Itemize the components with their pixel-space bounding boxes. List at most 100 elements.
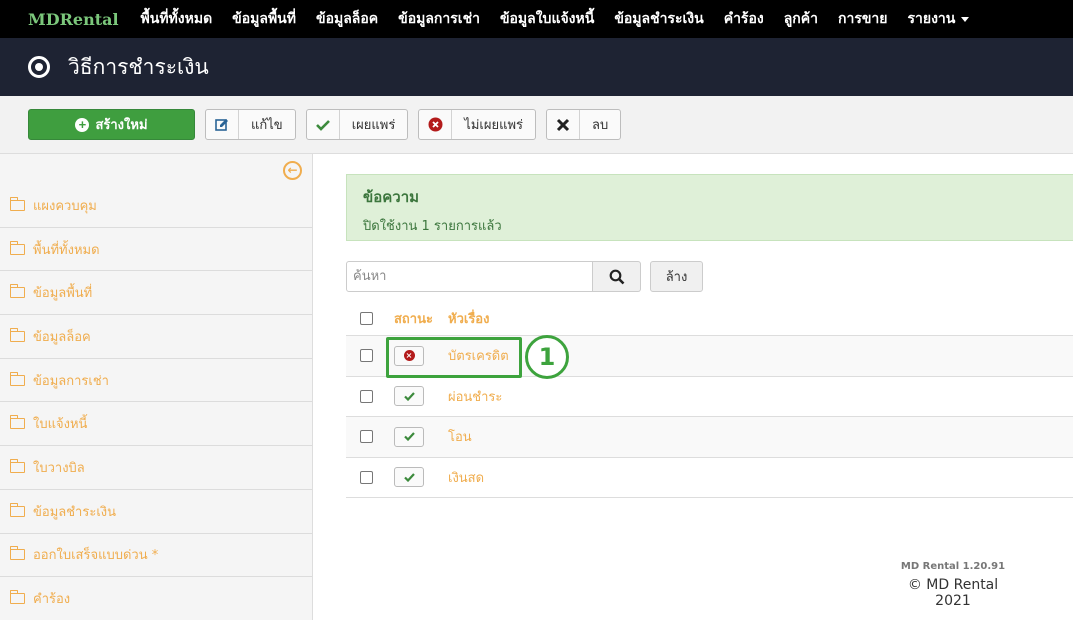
edit-icon	[206, 110, 239, 139]
sidebar-item-area-info[interactable]: ข้อมูลพื้นที่	[0, 271, 312, 316]
table-row: × บัตรเครดิต	[346, 336, 1073, 377]
sidebar-menu: แผงควบคุม พื้นที่ทั้งหมด ข้อมูลพื้นที่ ข…	[0, 184, 312, 620]
edit-button[interactable]: แก้ไข	[205, 109, 296, 140]
table-row: เงินสด	[346, 458, 1073, 498]
check-icon	[403, 392, 415, 401]
sidebar-item-all-areas[interactable]: พื้นที่ทั้งหมด	[0, 228, 312, 272]
step-number-badge: 1	[525, 335, 569, 379]
unpublished-status-button[interactable]: ×	[394, 345, 424, 366]
folder-icon	[9, 196, 25, 211]
folder-icon	[9, 284, 25, 299]
close-icon	[547, 110, 581, 139]
alert-title: ข้อความ	[363, 188, 420, 206]
folder-icon	[9, 546, 25, 561]
nav-item-lock-info[interactable]: ข้อมูลล็อค	[306, 8, 388, 30]
nav-item-area-info[interactable]: ข้อมูลพื้นที่	[222, 8, 306, 30]
nav-item-reports-label: รายงาน	[907, 11, 956, 27]
nav-item-customers[interactable]: ลูกค้า	[774, 8, 828, 30]
title-column-header[interactable]: หัวเรื่อง	[448, 308, 1073, 329]
search-icon	[609, 269, 624, 284]
folder-icon	[9, 502, 25, 517]
page-header: วิธีการชำระเงิน	[0, 38, 1073, 96]
sidebar-item-rental-info[interactable]: ข้อมูลการเช่า	[0, 359, 312, 403]
status-column-header[interactable]: สถานะ	[386, 308, 448, 329]
edit-button-label: แก้ไข	[251, 117, 283, 132]
clear-button[interactable]: ล้าง	[650, 261, 703, 292]
check-icon	[403, 432, 415, 442]
sidebar-item-label: ใบวางบิล	[33, 460, 85, 476]
publish-button[interactable]: เผยแพร่	[305, 109, 409, 140]
publish-button-label: เผยแพร่	[351, 117, 396, 132]
sidebar-item-label: แผงควบคุม	[33, 198, 97, 214]
sidebar-item-label: ใบแจ้งหนี้	[33, 417, 88, 433]
payment-methods-table: สถานะ หัวเรื่อง × บัตรเครดิต ผ่อนชำระ โอ…	[346, 301, 1073, 498]
search-button[interactable]	[593, 261, 641, 292]
sidebar-item-invoice[interactable]: ใบแจ้งหนี้	[0, 402, 312, 447]
sidebar-item-lock-info[interactable]: ข้อมูลล็อค	[0, 315, 312, 359]
delete-button-label: ลบ	[592, 117, 609, 132]
sidebar-item-dashboard[interactable]: แผงควบคุม	[0, 184, 312, 228]
plus-circle-icon: +	[75, 117, 90, 132]
footer: MD Rental 1.20.91 © MD Rental 2021	[893, 561, 1013, 609]
unpublish-button-label: ไม่เผยแพร่	[464, 117, 524, 132]
nav-item-payment-info[interactable]: ข้อมูลชำระเงิน	[604, 8, 713, 30]
check-icon	[403, 473, 415, 482]
folder-icon	[9, 590, 25, 605]
row-checkbox[interactable]	[359, 389, 373, 403]
search-input[interactable]	[346, 261, 593, 292]
toolbar: + สร้างใหม่ แก้ไข เผยแพร่ ไม่เผยแพร่ ลบ	[0, 96, 1073, 154]
table-row: โอน	[346, 417, 1073, 458]
published-status-button[interactable]	[394, 467, 424, 488]
delete-button[interactable]: ลบ	[546, 109, 622, 140]
new-button[interactable]: + สร้างใหม่	[28, 109, 195, 140]
folder-icon	[9, 371, 25, 386]
table-header-row: สถานะ หัวเรื่อง	[346, 301, 1073, 336]
row-checkbox[interactable]	[359, 470, 373, 484]
row-checkbox[interactable]	[359, 349, 373, 363]
copyright-text: © MD Rental 2021	[907, 577, 999, 609]
folder-icon	[9, 458, 25, 473]
published-status-button[interactable]	[394, 386, 424, 407]
success-alert: ข้อความ ปิดใช้งาน 1 รายการแล้ว	[346, 174, 1073, 241]
main-content: ข้อความ ปิดใช้งาน 1 รายการแล้ว ล้าง สถาน…	[313, 154, 1073, 620]
sidebar-item-payment-info[interactable]: ข้อมูลชำระเงิน	[0, 490, 312, 534]
new-button-label: สร้างใหม่	[95, 117, 148, 132]
search-bar: ล้าง	[346, 261, 703, 292]
folder-icon	[9, 415, 25, 430]
folder-icon	[9, 327, 25, 342]
sidebar-item-quick-receipt[interactable]: ออกใบเสร็จแบบด่วน *	[0, 534, 312, 578]
sidebar-item-label: ออกใบเสร็จแบบด่วน *	[33, 548, 159, 564]
nav-item-reports[interactable]: รายงาน	[898, 8, 980, 30]
sidebar-item-label: ข้อมูลพื้นที่	[33, 286, 93, 302]
sidebar-item-label: พื้นที่ทั้งหมด	[33, 242, 100, 258]
unpublish-button[interactable]: ไม่เผยแพร่	[418, 109, 537, 140]
x-circle-icon	[419, 110, 453, 139]
page-title: วิธีการชำระเงิน	[68, 54, 209, 79]
version-text: MD Rental 1.20.91	[900, 561, 1006, 572]
sidebar-item-label: ข้อมูลชำระเงิน	[33, 504, 116, 520]
row-title-link[interactable]: ผ่อนชำระ	[448, 386, 1073, 407]
row-checkbox[interactable]	[359, 430, 373, 444]
select-all-checkbox[interactable]	[359, 311, 373, 325]
published-status-button[interactable]	[394, 426, 424, 447]
alert-message: ปิดใช้งาน 1 รายการแล้ว	[363, 219, 502, 234]
sidebar-item-billing[interactable]: ใบวางบิล	[0, 446, 312, 490]
row-title-link[interactable]: เงินสด	[448, 467, 1073, 488]
nav-item-rental-info[interactable]: ข้อมูลการเช่า	[388, 8, 490, 30]
collapse-arrow-icon[interactable]: ←	[283, 161, 302, 180]
sidebar-item-label: คำร้อง	[33, 592, 71, 608]
nav-item-all-areas[interactable]: พื้นที่ทั้งหมด	[131, 8, 223, 30]
nav-item-requests[interactable]: คำร้อง	[714, 8, 774, 30]
caret-down-icon	[961, 16, 970, 22]
radio-circle-icon	[28, 56, 50, 78]
sidebar-item-label: ข้อมูลล็อค	[33, 329, 91, 345]
x-circle-icon: ×	[403, 350, 415, 362]
nav-item-invoice-info[interactable]: ข้อมูลใบแจ้งหนี้	[490, 8, 604, 30]
table-row: ผ่อนชำระ	[346, 377, 1073, 417]
check-icon	[307, 110, 340, 139]
brand-logo[interactable]: MDRental	[0, 10, 131, 29]
row-title-link[interactable]: โอน	[448, 426, 1073, 447]
sidebar-item-requests[interactable]: คำร้อง	[0, 577, 312, 620]
sidebar-item-label: ข้อมูลการเช่า	[33, 373, 109, 389]
nav-item-sales[interactable]: การขาย	[828, 8, 898, 30]
